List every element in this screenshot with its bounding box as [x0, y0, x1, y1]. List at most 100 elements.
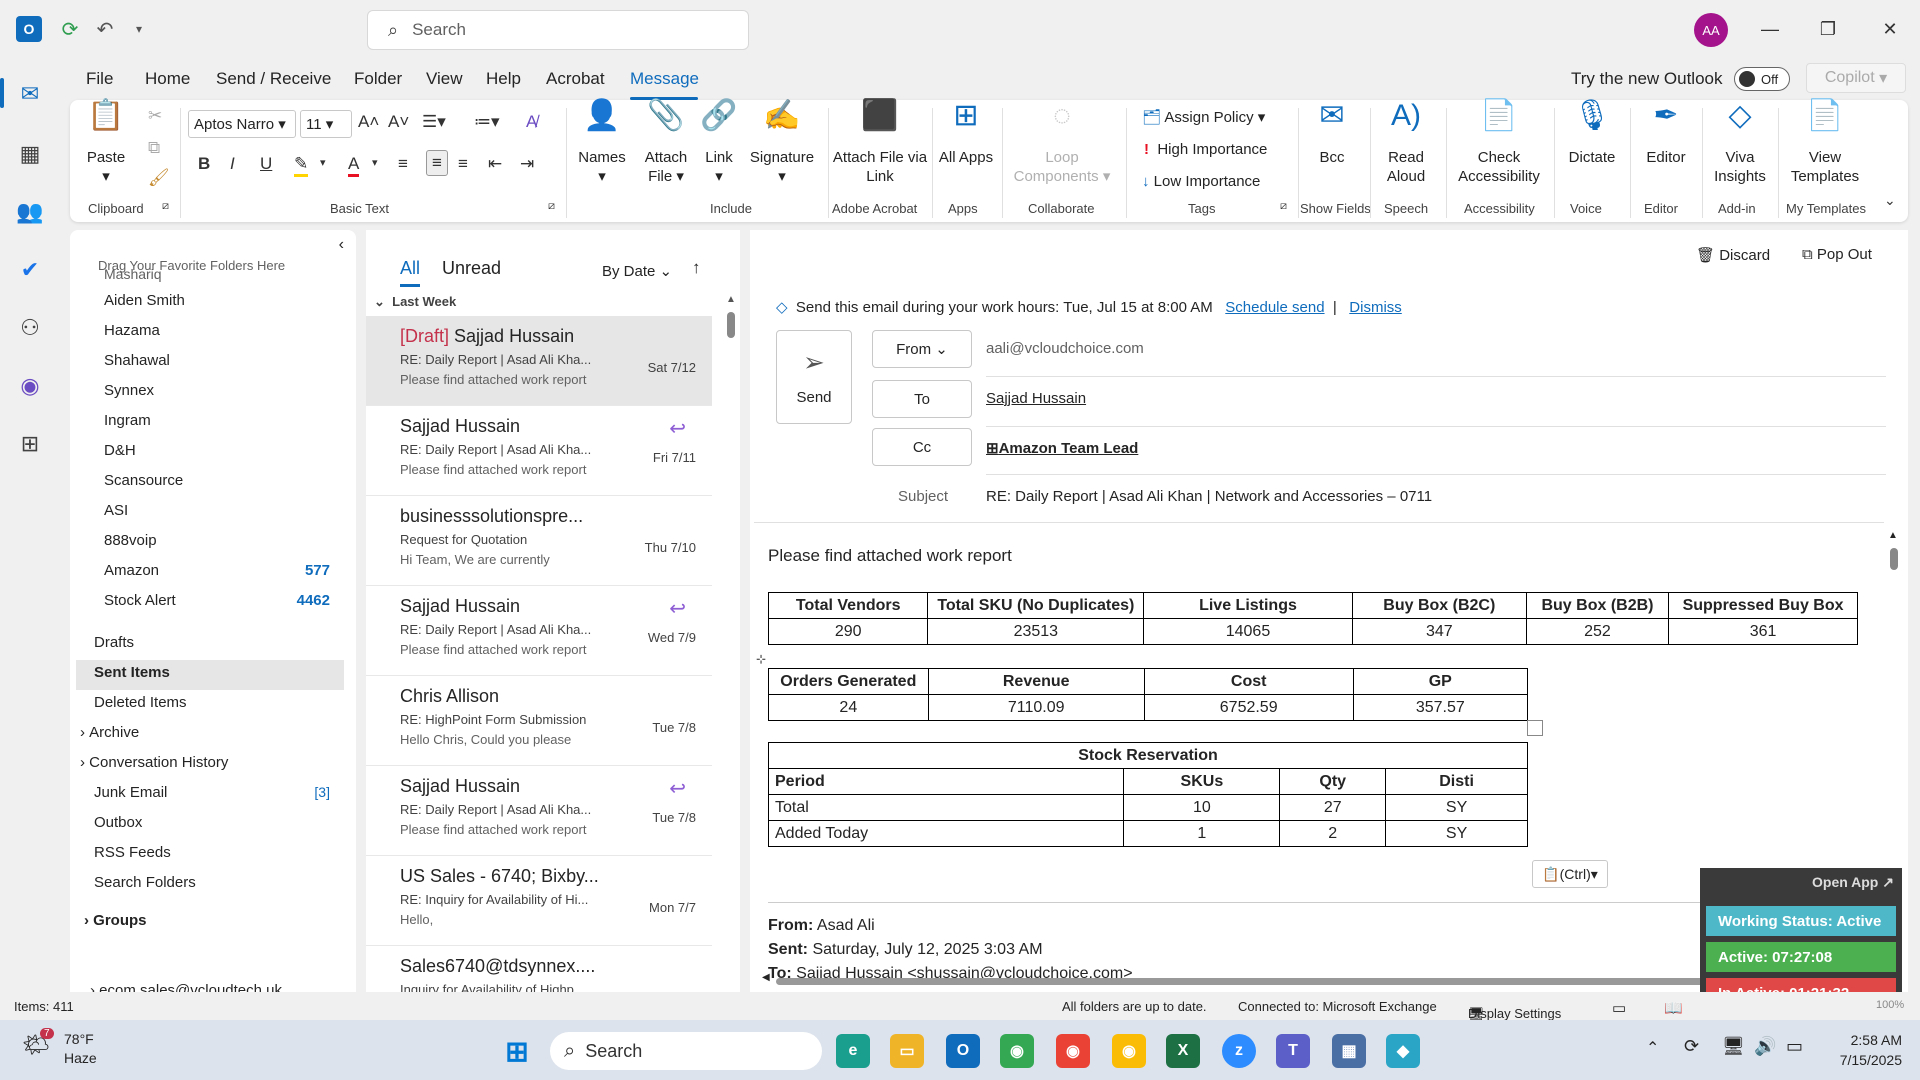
- check-accessibility-button[interactable]: 📄 Check Accessibility: [1452, 101, 1546, 186]
- font-color-dropdown-icon[interactable]: ▾: [372, 156, 378, 169]
- more-apps-icon[interactable]: ⊞: [14, 428, 46, 460]
- table-move-handle-icon[interactable]: ⊹: [756, 652, 766, 666]
- highlight-dropdown-icon[interactable]: ▾: [320, 156, 326, 169]
- bullets-icon[interactable]: ☰▾: [422, 112, 446, 132]
- folder-partial-top[interactable]: Mashariq: [104, 266, 162, 282]
- tray-overflow-icon[interactable]: ⌃: [1646, 1038, 1659, 1058]
- mailbox-folder[interactable]: Junk Email [3]: [94, 784, 344, 810]
- zoom-level[interactable]: 100%: [1876, 999, 1904, 1011]
- loop-components-button[interactable]: ◌ Loop Components ▾: [1006, 101, 1118, 186]
- low-importance-button[interactable]: ↓ Low Importance: [1142, 172, 1260, 191]
- tray-sync-icon[interactable]: ⟳: [1684, 1036, 1699, 1057]
- paste-options-button[interactable]: 📋 (Ctrl) ▾: [1532, 860, 1608, 888]
- italic-icon[interactable]: I: [230, 154, 235, 174]
- new-outlook-toggle[interactable]: Off: [1734, 67, 1790, 91]
- copy-icon[interactable]: ⧉: [148, 138, 160, 158]
- zoom-icon[interactable]: z: [1222, 1034, 1256, 1068]
- bcc-button[interactable]: ✉ Bcc: [1304, 101, 1360, 167]
- align-center-icon[interactable]: ≡: [426, 150, 448, 176]
- schedule-send-link[interactable]: Schedule send: [1225, 299, 1324, 316]
- read-aloud-button[interactable]: A) Read Aloud: [1374, 101, 1438, 186]
- message-item[interactable]: Sajjad Hussain RE: Daily Report | Asad Al…: [366, 586, 712, 676]
- search-input[interactable]: ⌕ Search: [367, 10, 749, 50]
- sort-by-date[interactable]: By Date ⌄: [602, 262, 672, 280]
- org-explorer-icon[interactable]: ⚇: [14, 312, 46, 344]
- app-icon[interactable]: ◆: [1386, 1034, 1420, 1068]
- to-button[interactable]: To: [872, 380, 972, 418]
- reading-view-icon[interactable]: 📖: [1664, 999, 1683, 1017]
- clear-formatting-icon[interactable]: A̸: [526, 112, 537, 132]
- cut-icon[interactable]: ✂: [148, 106, 162, 126]
- tab-acrobat[interactable]: Acrobat: [546, 69, 605, 89]
- message-item[interactable]: Chris Allison RE: HighPoint Form Submissi…: [366, 676, 712, 766]
- link-button[interactable]: 🔗 Link ▾: [696, 101, 742, 186]
- message-item[interactable]: Sajjad Hussain RE: Daily Report | Asad Al…: [366, 766, 712, 856]
- view-templates-button[interactable]: 📄 View Templates: [1782, 101, 1868, 186]
- tab-folder[interactable]: Folder: [354, 69, 402, 89]
- cc-button[interactable]: Cc: [872, 428, 972, 466]
- mailbox-folder[interactable]: Sent Items: [94, 664, 344, 690]
- expand-chevron-icon[interactable]: ›: [80, 724, 85, 741]
- outlook-taskbar-icon[interactable]: O: [946, 1034, 980, 1068]
- folder-item[interactable]: Ingram: [104, 412, 344, 438]
- dictate-button[interactable]: 🎙 Dictate: [1560, 101, 1624, 167]
- start-icon[interactable]: ⊞: [500, 1034, 534, 1068]
- send-button[interactable]: ➢ Send: [776, 330, 852, 424]
- font-color-icon[interactable]: A: [348, 154, 360, 177]
- mailbox-folder[interactable]: › Archive: [80, 724, 344, 750]
- mailbox-folder[interactable]: Outbox: [94, 814, 344, 840]
- all-apps-button[interactable]: ⊞ All Apps: [938, 101, 994, 167]
- align-left-icon[interactable]: ≡: [398, 154, 408, 174]
- tab-help[interactable]: Help: [486, 69, 521, 89]
- folder-item[interactable]: D&H: [104, 442, 344, 468]
- folder-item[interactable]: Scansource: [104, 472, 344, 498]
- folder-item[interactable]: Amazon 577: [104, 562, 344, 588]
- tab-home[interactable]: Home: [145, 69, 190, 89]
- to-recipient[interactable]: Sajjad Hussain: [986, 390, 1086, 407]
- signature-button[interactable]: ✍ Signature ▾: [746, 101, 818, 186]
- account-partial[interactable]: › ecom.sales@vcloudtech.uk: [90, 982, 282, 992]
- folder-item[interactable]: Hazama: [104, 322, 344, 348]
- mailbox-folder[interactable]: Drafts: [94, 634, 344, 660]
- table-resize-handle[interactable]: [1527, 720, 1543, 736]
- assign-policy-button[interactable]: 🗂 Assign Policy ▾: [1142, 108, 1265, 127]
- customize-toolbar-icon[interactable]: ▾: [126, 16, 152, 42]
- folder-item[interactable]: Stock Alert 4462: [104, 592, 344, 618]
- weather-icon[interactable]: 🌤 7: [22, 1028, 54, 1064]
- tags-launcher-icon[interactable]: ⧄: [1280, 200, 1287, 213]
- viva-insights-button[interactable]: ◇ Viva Insights: [1708, 101, 1772, 186]
- folder-item[interactable]: Aiden Smith: [104, 292, 344, 318]
- message-item[interactable]: US Sales - 6740; Bixby... RE: Inquiry for…: [366, 856, 712, 946]
- copilot-app-icon[interactable]: ◉: [14, 370, 46, 402]
- subject-input[interactable]: RE: Daily Report | Asad Ali Khan | Netwo…: [986, 488, 1432, 505]
- groups-folder[interactable]: › Groups: [84, 912, 147, 929]
- chrome-profile-2-icon[interactable]: ◉: [1056, 1034, 1090, 1068]
- bold-icon[interactable]: B: [198, 154, 210, 174]
- names-button[interactable]: 👤 Names ▾: [570, 101, 634, 186]
- ribbon-expand-icon[interactable]: ⌄: [1884, 192, 1896, 209]
- tab-view[interactable]: View: [426, 69, 463, 89]
- cc-recipient[interactable]: ⊞Amazon Team Lead: [986, 439, 1138, 457]
- folder-item[interactable]: 888voip: [104, 532, 344, 558]
- attach-file-button[interactable]: 📎 Attach File ▾: [638, 101, 694, 186]
- collapse-pane-icon[interactable]: ‹: [339, 236, 344, 254]
- chrome-profile-3-icon[interactable]: ◉: [1112, 1034, 1146, 1068]
- edge-icon[interactable]: e: [836, 1034, 870, 1068]
- restore-button[interactable]: ❐: [1808, 12, 1848, 46]
- numbering-icon[interactable]: ≔▾: [474, 112, 500, 132]
- mailbox-folder[interactable]: RSS Feeds: [94, 844, 344, 870]
- open-app-button[interactable]: Open App ↗: [1812, 874, 1894, 891]
- volume-icon[interactable]: 🔊: [1754, 1036, 1776, 1057]
- folder-item[interactable]: Synnex: [104, 382, 344, 408]
- sort-direction-icon[interactable]: ↑: [692, 258, 701, 278]
- close-button[interactable]: ✕: [1870, 12, 1910, 46]
- increase-indent-icon[interactable]: ⇥: [520, 154, 534, 174]
- tab-unread[interactable]: Unread: [442, 258, 501, 279]
- message-item[interactable]: Sajjad Hussain RE: Daily Report | Asad Al…: [366, 406, 712, 496]
- font-name-select[interactable]: Aptos Narro ▾: [188, 110, 296, 138]
- highlight-icon[interactable]: ✎: [294, 154, 309, 177]
- mailbox-folder[interactable]: Search Folders: [94, 874, 344, 900]
- mailbox-folder[interactable]: Deleted Items: [94, 694, 344, 720]
- chrome-icon[interactable]: ◉: [1000, 1034, 1034, 1068]
- grow-font-icon[interactable]: A˄: [358, 112, 379, 132]
